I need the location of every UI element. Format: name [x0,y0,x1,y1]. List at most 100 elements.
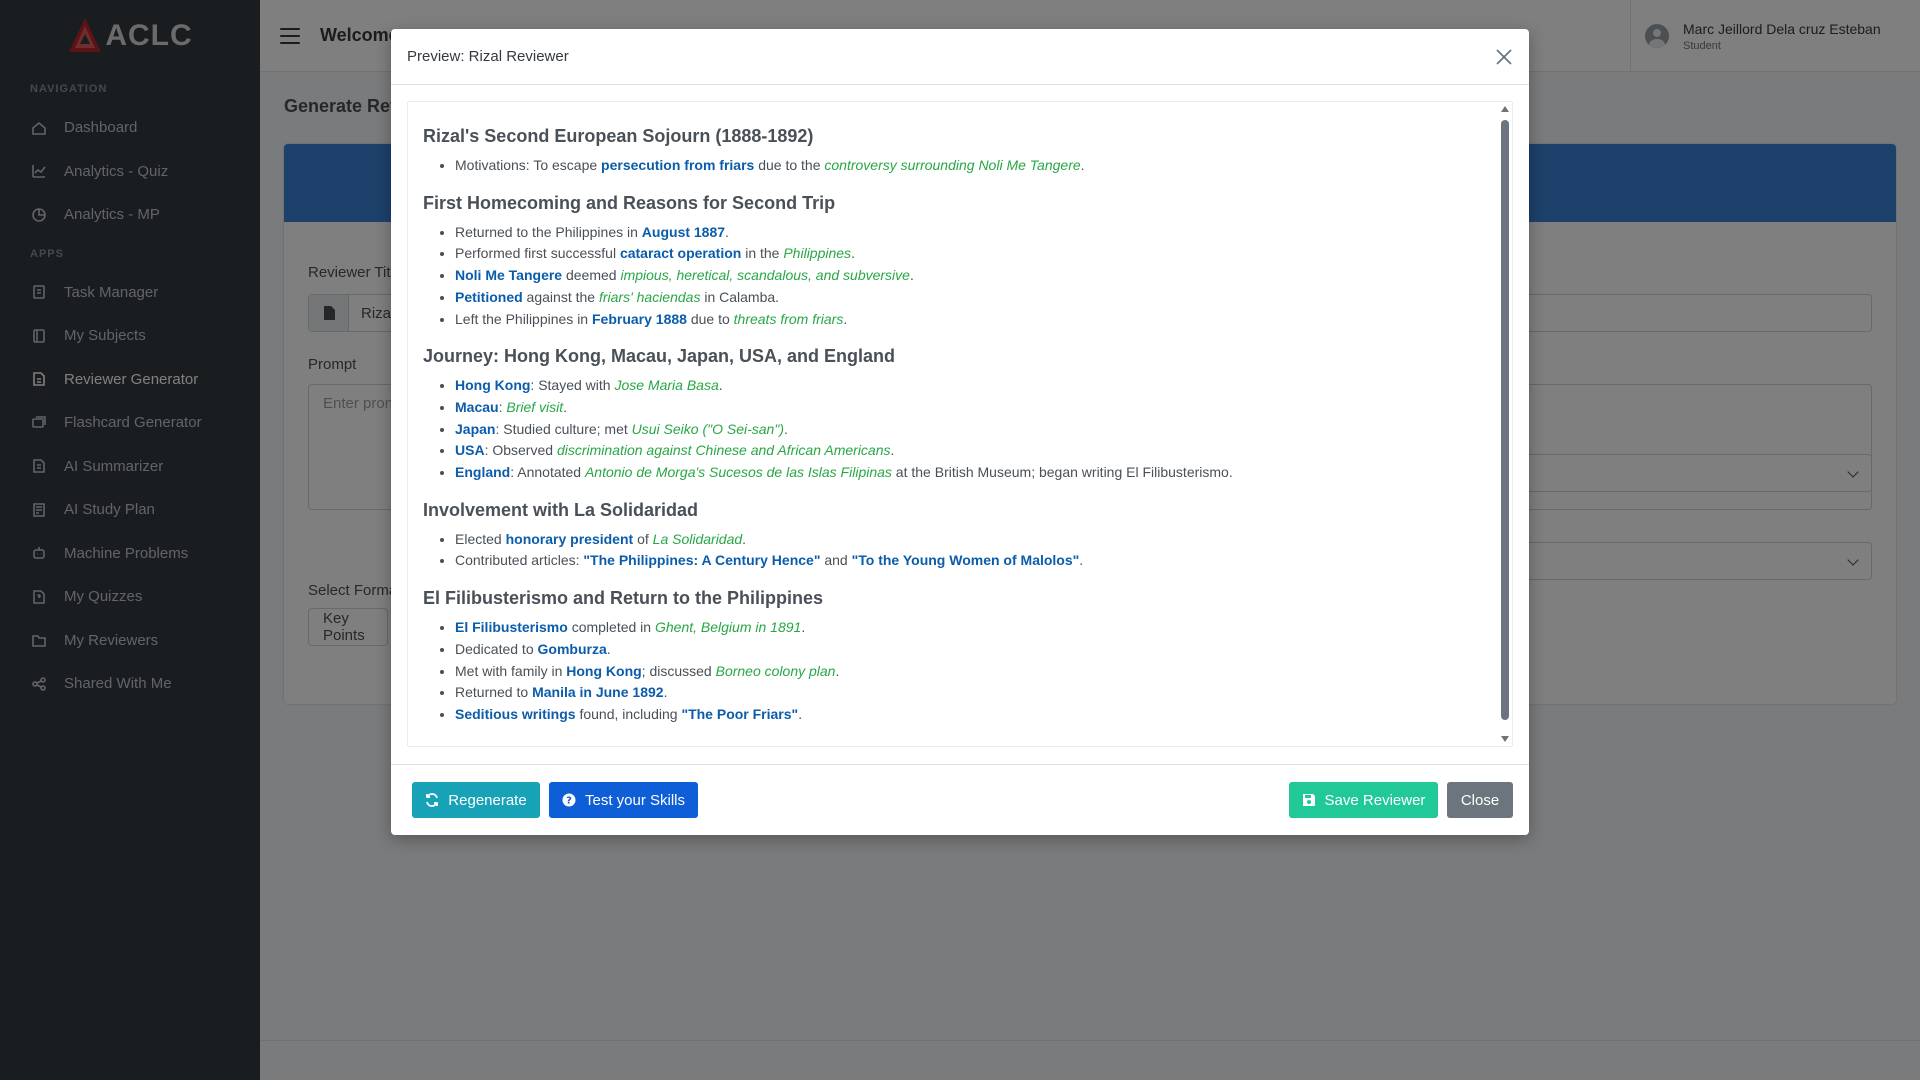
preview-modal: Preview: Rizal Reviewer Rizal's Second E… [391,29,1529,835]
list-item: Macau: Brief visit. [455,397,1483,419]
modal-title: Preview: Rizal Reviewer [407,48,569,65]
scroll-up-icon[interactable] [1501,106,1509,112]
modal-header: Preview: Rizal Reviewer [391,29,1529,85]
reviewer-bullet-list: Elected honorary president of La Solidar… [423,529,1483,572]
plain-text: and [820,552,852,569]
reviewer-section-heading: Journey: Hong Kong, Macau, Japan, USA, a… [423,346,896,367]
reviewer-section-heading: Involvement with La Solidaridad [423,499,699,520]
refresh-icon [426,793,439,807]
list-item: Japan: Studied culture; met Usui Seiko (… [455,419,1483,441]
save-reviewer-label: Save Reviewer [1324,791,1426,809]
plain-text: deemed [562,267,621,284]
plain-text: Left the Philippines in [455,310,592,327]
list-item: Performed first successful cataract oper… [455,243,1483,265]
plain-text: . [909,267,914,284]
emphasis-text: La Solidaridad [652,530,743,547]
scrollbar[interactable] [1497,102,1512,746]
list-item: USA: Observed discrimination against Chi… [455,440,1483,462]
regenerate-button[interactable]: Regenerate [412,782,540,818]
keyword-text: Petitioned [455,288,523,305]
plain-text: . [718,377,723,394]
plain-text: Met with family in [455,662,567,679]
plain-text: . [851,245,855,262]
keyword-text: England [455,464,511,481]
close-icon[interactable] [1495,48,1513,66]
keyword-text: Hong Kong [455,377,531,394]
list-item: Returned to Manila in June 1892. [455,682,1483,704]
keyword-text: honorary president [505,530,634,547]
reviewer-section-heading: First Homecoming and Reasons for Second … [423,192,836,213]
keyword-text: Hong Kong [566,662,642,679]
plain-text: . [725,223,729,240]
list-item: Petitioned against the friars' haciendas… [455,287,1483,309]
emphasis-text: Antonio de Morga's Sucesos de las Islas … [584,464,892,481]
emphasis-text: Usui Seiko ("O Sei-san") [631,420,784,437]
plain-text: ; discussed [641,662,716,679]
plain-text: . [1080,157,1085,173]
list-item: Met with family in Hong Kong; discussed … [455,661,1483,683]
emphasis-text: Borneo colony plan [715,662,836,679]
keyword-text: El Filibusterismo [455,619,568,636]
keyword-text: "The Poor Friars" [681,705,799,722]
plain-text: . [890,442,895,459]
plain-text: Contributed articles: [455,552,584,569]
emphasis-text: friars' haciendas [598,288,701,305]
test-skills-label: Test your Skills [584,791,686,809]
save-icon [1302,794,1315,806]
keyword-text: cataract operation [619,245,742,262]
plain-text: against the [522,288,599,305]
regenerate-label: Regenerate [448,791,527,809]
keyword-text: USA [455,442,485,459]
keyword-text: Macau [455,398,499,415]
plain-text: . [606,640,611,657]
keyword-text: February 1888 [591,310,687,327]
list-item: England: Annotated Antonio de Morga's Su… [455,462,1483,484]
svg-text:?: ? [566,796,572,807]
modal-footer: Regenerate ? Test your Skills Save Revie… [391,764,1529,835]
reviewer-content: Rizal's Second European Sojourn (1888-18… [408,102,1498,746]
emphasis-text: controversy surrounding Noli Me Tangere [824,157,1081,173]
test-skills-button[interactable]: ? Test your Skills [549,782,698,818]
scroll-down-icon[interactable] [1501,736,1509,742]
reviewer-section-heading: Rizal's Second European Sojourn (1888-18… [423,126,814,146]
list-item: Hong Kong: Stayed with Jose Maria Basa. [455,375,1483,397]
emphasis-text: Brief visit [506,398,564,415]
list-item: Left the Philippines in February 1888 du… [455,309,1483,331]
plain-text: . [663,684,668,701]
reviewer-section-heading: El Filibusterismo and Return to the Phil… [423,588,824,609]
plain-text: Dedicated to [455,640,538,657]
list-item: Returned to the Philippines in August 18… [455,222,1483,244]
plain-text: . [742,530,747,547]
list-item: Elected honorary president of La Solidar… [455,529,1483,551]
plain-text: at the British Museum; began writing El … [891,464,1233,481]
plain-text: Returned to [455,684,533,701]
keyword-text: "To the Young Women of Malolos" [851,552,1080,569]
plain-text: . [843,310,848,327]
keyword-text: Seditious writings [455,705,576,722]
emphasis-text: discrimination against Chinese and Afric… [556,442,891,459]
list-item: Seditious writings found, including "The… [455,704,1483,726]
keyword-text: "The Philippines: A Century Hence" [583,552,821,569]
plain-text: due to [686,310,734,327]
plain-text: . [783,420,788,437]
keyword-text: Manila in June 1892 [532,684,664,701]
plain-text: of [633,530,653,547]
plain-text: . [1079,552,1084,569]
save-reviewer-button[interactable]: Save Reviewer [1289,782,1438,818]
list-item: El Filibusterismo completed in Ghent, Be… [455,617,1483,639]
scroll-thumb[interactable] [1501,120,1509,720]
keyword-text: Gomburza [537,640,607,657]
list-item: Dedicated to Gomburza. [455,639,1483,661]
reviewer-bullet-list: Hong Kong: Stayed with Jose Maria Basa.M… [423,375,1483,484]
plain-text: . [835,662,840,679]
plain-text: in Calamba. [700,288,780,305]
close-button[interactable]: Close [1447,782,1513,818]
plain-text: : Stayed with [530,377,615,394]
reviewer-preview: Rizal's Second European Sojourn (1888-18… [407,101,1513,747]
emphasis-text: Philippines [783,245,852,262]
plain-text: completed in [567,619,655,636]
plain-text: : Observed [484,442,557,459]
plain-text: . [563,398,568,415]
plain-text: Motivations: To escape [455,157,602,173]
emphasis-text: Jose Maria Basa [614,377,719,394]
